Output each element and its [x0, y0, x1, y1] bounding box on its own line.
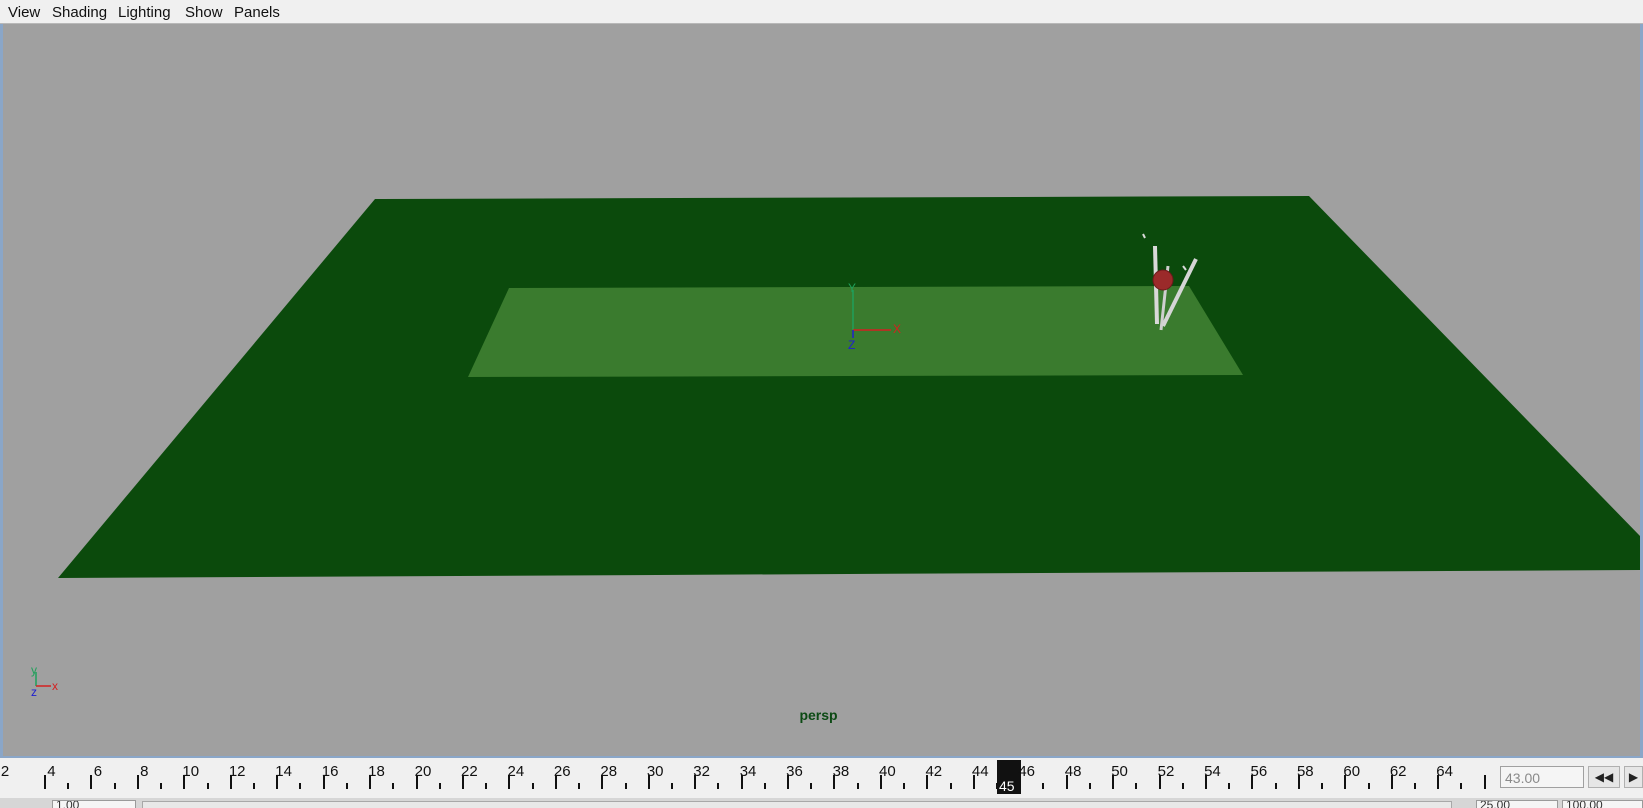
timeline-tick-label: 64 [1436, 763, 1453, 780]
timeline-tick-label: 30 [646, 763, 664, 780]
timeline-tick-label: 28 [600, 763, 618, 780]
range-end-field[interactable]: 25.00 [1476, 800, 1558, 808]
current-frame-label: 45 [999, 778, 1015, 794]
timeline-minor-tick [1413, 783, 1416, 789]
timeline-tick-label: 38 [832, 763, 850, 780]
menu-lighting[interactable]: Lighting [118, 4, 171, 21]
range-slider[interactable] [142, 801, 1452, 808]
timeline-tick-label: 16 [321, 763, 339, 780]
current-time-field[interactable]: 43.00 [1500, 766, 1584, 788]
timeline-tick-label: 54 [1204, 763, 1221, 780]
timeline-tick-label: 24 [507, 763, 525, 780]
timeline-minor-tick [949, 783, 952, 789]
timeline-minor-tick [763, 783, 766, 789]
step-back-button[interactable]: ◀◀ [1588, 766, 1620, 788]
timeline-minor-tick [206, 783, 209, 789]
timeline-minor-tick [1367, 783, 1370, 789]
timeline-minor-tick [67, 783, 70, 789]
timeline-minor-tick [438, 783, 441, 789]
timeline-tick-label: 12 [228, 763, 246, 780]
range-start-field[interactable]: 1.00 [52, 800, 136, 808]
timeline-minor-tick [485, 783, 488, 789]
origin-y-label: Y [848, 281, 856, 295]
timeline-tick-label: 6 [93, 763, 103, 780]
timeline-major-tick [136, 775, 139, 789]
next-frame-button[interactable]: ▶ [1624, 766, 1643, 788]
timeline-tick-label: 46 [1018, 763, 1036, 780]
timeline-minor-tick [810, 783, 813, 789]
timeline-minor-tick [160, 783, 163, 789]
range-total-field[interactable]: 100.00 [1562, 800, 1643, 808]
camera-label: persp [799, 707, 838, 723]
timeline-minor-tick [1181, 783, 1184, 789]
timeline-minor-tick [345, 783, 348, 789]
view-axes-icon: y x z [31, 663, 58, 699]
menu-bar: View Shading Lighting Show Panels [0, 0, 1643, 24]
perspective-viewport[interactable]: Y X Z y x z [0, 24, 1643, 758]
timeline-tick-label: 32 [693, 763, 710, 780]
timeline-minor-tick [1460, 783, 1463, 789]
timeline-minor-tick [531, 783, 534, 789]
timeline-minor-tick [113, 783, 116, 789]
timeline-tick-label: 62 [1389, 763, 1407, 780]
corner-x-label: x [52, 679, 58, 693]
menu-shading[interactable]: Shading [52, 4, 107, 21]
timeline-major-tick [44, 775, 46, 789]
timeline-tick-label: 58 [1296, 763, 1314, 780]
time-slider[interactable]: 45 2 4 6 8 10 12 14 16 18 20 22 24 26 28 30 32 34 36 38 40 4… [0, 758, 1500, 798]
scene-render: Y X Z y x z [31, 196, 1640, 699]
timeline-major-tick [90, 775, 93, 789]
menu-panels[interactable]: Panels [234, 4, 280, 21]
ball-icon [1152, 269, 1174, 291]
timeline-minor-tick [1228, 783, 1231, 789]
timeline-minor-tick [996, 783, 999, 789]
timeline-tick-label: 48 [1064, 763, 1082, 780]
timeline-tick-label: 26 [553, 763, 571, 780]
timeline-minor-tick [903, 783, 906, 789]
timeline-minor-tick [856, 783, 859, 789]
pitch-strip [468, 286, 1243, 377]
timeline-tick-label: 42 [925, 763, 943, 780]
timeline-tick-label: 10 [182, 763, 200, 780]
menu-show[interactable]: Show [185, 4, 223, 21]
timeline-tick-label: 50 [1111, 763, 1128, 780]
timeline-tick-label: 36 [786, 763, 803, 780]
corner-z-label: z [31, 685, 37, 699]
timeline-minor-tick [624, 783, 627, 789]
ground-plane [58, 196, 1640, 578]
timeline-minor-tick [1321, 783, 1324, 789]
origin-z-label: Z [848, 338, 855, 352]
origin-x-label: X [893, 322, 901, 336]
range-slider-bar: 1.00 25.00 100.00 [0, 798, 1643, 808]
timeline-minor-tick [578, 783, 581, 789]
menu-view[interactable]: View [8, 4, 40, 21]
timeline-tick-label: 20 [414, 763, 432, 780]
timeline-minor-tick [717, 783, 720, 789]
timeline-tick-label: 18 [368, 763, 385, 780]
timeline-minor-tick [252, 783, 255, 789]
timeline-tick-label: 40 [879, 763, 896, 780]
timeline-minor-tick [1274, 783, 1277, 789]
timeline-tick-label: 22 [461, 763, 478, 780]
timeline-major-tick [1483, 775, 1486, 789]
corner-y-label: y [31, 663, 37, 677]
timeline-minor-tick [1088, 783, 1091, 789]
playback-controls: 43.00 ◀◀ ▶ [1500, 758, 1643, 798]
timeline-tick-label: 56 [1250, 763, 1268, 780]
timeline-tick-label: 34 [739, 763, 757, 780]
timeline-tick-label: 2 [0, 763, 10, 780]
timeline-tick-label: 52 [1157, 763, 1175, 780]
timeline-minor-tick [299, 783, 302, 789]
timeline-tick-label: 44 [971, 763, 989, 780]
timeline-minor-tick [1042, 783, 1045, 789]
timeline-tick-label: 4 [47, 763, 56, 780]
timeline-tick-label: 60 [1343, 763, 1361, 780]
timeline-tick-label: 8 [140, 763, 149, 780]
timeline-minor-tick [1135, 783, 1138, 789]
timeline-tick-label: 14 [275, 763, 292, 780]
timeline-minor-tick [670, 783, 673, 789]
timeline-minor-tick [392, 783, 395, 789]
